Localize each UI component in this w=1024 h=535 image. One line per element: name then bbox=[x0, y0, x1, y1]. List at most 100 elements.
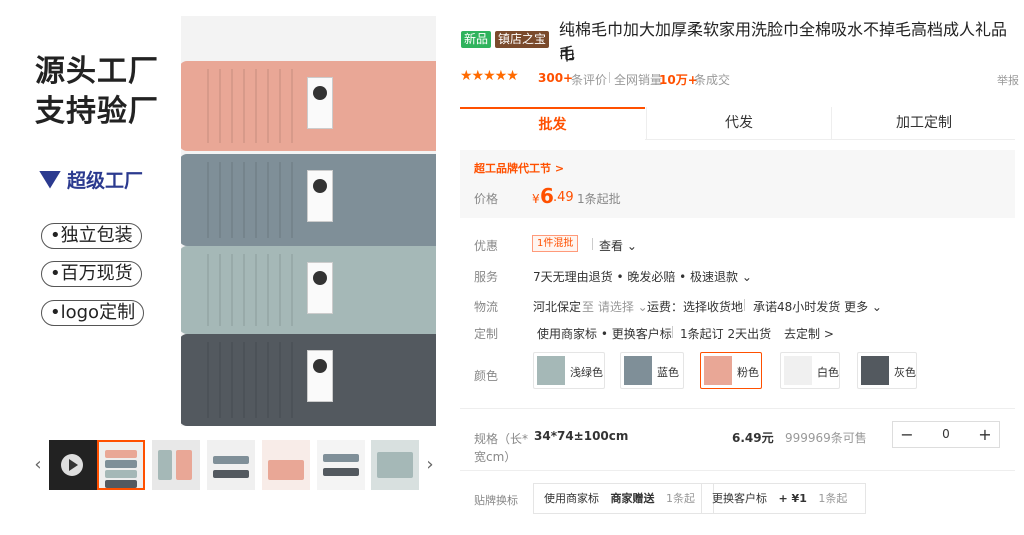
service-value[interactable]: 7天无理由退货 • 晚发必赔 • 极速退款 ⌄ bbox=[533, 268, 752, 285]
review-label[interactable]: 条评价 bbox=[571, 71, 607, 88]
towel-gray bbox=[179, 334, 436, 426]
color-swatch-image bbox=[537, 356, 565, 385]
promo-panel: 源头工厂 支持验厂 超级工厂 •独立包装 •百万现货 •logo定制 bbox=[31, 16, 181, 426]
thumbnail[interactable] bbox=[207, 440, 255, 490]
logistics-destination-select[interactable]: 至 请选择 ⌄ bbox=[582, 298, 648, 315]
color-swatch-label: 粉色 bbox=[737, 366, 759, 379]
option-merchant-label[interactable]: 使用商家标 商家赠送 1条起 bbox=[533, 483, 714, 514]
option-customer-label[interactable]: 更换客户标 + ¥1 1条起 bbox=[701, 483, 867, 514]
logistics-shipping[interactable]: 承诺48小时发货 更多 ⌄ bbox=[753, 298, 882, 315]
discount-label: 优惠 bbox=[474, 239, 499, 253]
logistics-from: 河北保定 bbox=[533, 300, 582, 314]
new-badge: 新品 bbox=[461, 31, 492, 48]
divider bbox=[744, 299, 745, 311]
option-note: 商家赠送 bbox=[610, 492, 655, 505]
color-swatch-label: 蓝色 bbox=[657, 366, 679, 379]
label-custom-label: 贴牌换标 bbox=[474, 494, 518, 507]
go-customize-link[interactable]: 去定制 > bbox=[784, 325, 834, 342]
divider bbox=[672, 326, 673, 338]
option-name: 更换客户标 bbox=[712, 492, 767, 505]
divider bbox=[592, 238, 593, 250]
color-swatch-image bbox=[861, 356, 889, 385]
service-label: 服务 bbox=[474, 270, 499, 284]
product-title: 纯棉毛巾加大加厚柔软家用洗脸巾全棉吸水不掉毛高档成人礼品毛 bbox=[559, 20, 1008, 63]
chevron-right-icon[interactable]: › bbox=[423, 440, 437, 490]
price-integer: 6 bbox=[540, 184, 554, 208]
color-swatch[interactable]: 粉色 bbox=[700, 352, 762, 389]
chevron-left-icon[interactable]: ‹ bbox=[31, 440, 45, 490]
price-label: 价格 bbox=[474, 192, 499, 206]
promo-headline-2: 支持验厂 bbox=[35, 94, 159, 129]
color-swatch-label: 浅绿色 bbox=[570, 366, 603, 379]
color-swatch[interactable]: 灰色 bbox=[857, 352, 917, 389]
discount-view-link[interactable]: 查看 ⌄ bbox=[599, 237, 637, 254]
towel-blue bbox=[179, 154, 436, 246]
option-moq: 1条起 bbox=[666, 492, 695, 505]
spec-price: 6.49元 bbox=[732, 431, 774, 445]
color-label: 颜色 bbox=[474, 369, 499, 383]
main-product-image[interactable]: 源头工厂 支持验厂 超级工厂 •独立包装 •百万现货 •logo定制 bbox=[31, 16, 436, 426]
thumbnail[interactable] bbox=[97, 440, 145, 490]
min-order: 1条起批 bbox=[577, 192, 621, 206]
color-swatch[interactable]: 浅绿色 bbox=[533, 352, 605, 389]
tab-dropship[interactable]: 代发 bbox=[646, 107, 831, 140]
custom-moq: 1条起订 2天出货 bbox=[680, 327, 772, 341]
divider bbox=[460, 408, 1015, 409]
towel-pink bbox=[179, 61, 436, 151]
thumbnail-video[interactable] bbox=[49, 440, 97, 490]
tab-custom-processing[interactable]: 加工定制 bbox=[831, 107, 1016, 140]
play-icon bbox=[61, 454, 83, 476]
color-swatch[interactable]: 白色 bbox=[780, 352, 840, 389]
option-name: 使用商家标 bbox=[544, 492, 599, 505]
custom-value: 使用商家标 • 更换客户标 bbox=[537, 327, 672, 341]
sales-label: 全网销量 bbox=[614, 73, 663, 87]
sales-count: 10万+ bbox=[659, 73, 698, 87]
thumbnail[interactable] bbox=[371, 440, 419, 490]
price-panel: 超工品牌代工节 > 价格 ¥ 6 .49 1条起批 bbox=[460, 150, 1015, 218]
color-swatch-image bbox=[624, 356, 652, 385]
thumbnail[interactable] bbox=[262, 440, 310, 490]
spec-label: 规格（长*宽cm） bbox=[474, 432, 529, 464]
promo-tag: •logo定制 bbox=[41, 300, 145, 326]
towel-light-green bbox=[179, 246, 436, 334]
brand-oem-link[interactable]: 超工品牌代工节 > bbox=[474, 160, 564, 176]
report-link[interactable]: 举报 bbox=[997, 72, 1019, 88]
color-swatch-image bbox=[704, 356, 732, 385]
decrement-button[interactable]: − bbox=[893, 422, 921, 447]
logistics-fee: 运费：选择收货地 bbox=[647, 300, 744, 314]
sales-unit: 条成交 bbox=[694, 73, 731, 87]
spec-size: 34*74±100cm bbox=[534, 429, 629, 443]
shop-treasure-badge: 镇店之宝 bbox=[495, 31, 550, 48]
currency-symbol: ¥ bbox=[532, 192, 540, 206]
increment-button[interactable]: + bbox=[971, 422, 999, 447]
color-swatch-label: 白色 bbox=[817, 366, 839, 379]
promo-headline-1: 源头工厂 bbox=[35, 54, 159, 89]
promo-tag: •百万现货 bbox=[41, 261, 142, 287]
factory-logo-icon bbox=[39, 170, 61, 189]
option-price: + ¥1 bbox=[778, 492, 807, 505]
discount-tag: 1件混批 bbox=[532, 235, 579, 252]
factory-badge-text: 超级工厂 bbox=[67, 170, 144, 192]
divider bbox=[609, 72, 610, 83]
thumbnail-strip: ‹ › bbox=[31, 440, 436, 490]
color-swatch-label: 灰色 bbox=[894, 366, 916, 379]
option-moq: 1条起 bbox=[818, 492, 848, 505]
factory-badge: 超级工厂 bbox=[39, 166, 143, 193]
tab-wholesale[interactable]: 批发 bbox=[460, 107, 645, 140]
color-swatch-image bbox=[784, 356, 812, 385]
purchase-tabs: 批发 代发 加工定制 bbox=[460, 107, 1015, 140]
color-swatch[interactable]: 蓝色 bbox=[620, 352, 684, 389]
quantity-stepper: − 0 + bbox=[892, 421, 1000, 448]
promo-tag: •独立包装 bbox=[41, 223, 142, 249]
custom-label: 定制 bbox=[474, 327, 499, 341]
product-title-line2: 巾 bbox=[559, 45, 576, 64]
quantity-input[interactable]: 0 bbox=[921, 422, 971, 447]
thumbnail[interactable] bbox=[152, 440, 200, 490]
divider bbox=[460, 470, 1015, 471]
thumbnail[interactable] bbox=[317, 440, 365, 490]
price-decimal: .49 bbox=[553, 190, 574, 205]
logistics-label: 物流 bbox=[474, 300, 499, 314]
rating-stars-icon: ★★★★★ bbox=[460, 68, 519, 84]
review-count[interactable]: 300+ bbox=[538, 71, 573, 85]
spec-stock: 999969条可售 bbox=[785, 431, 867, 445]
